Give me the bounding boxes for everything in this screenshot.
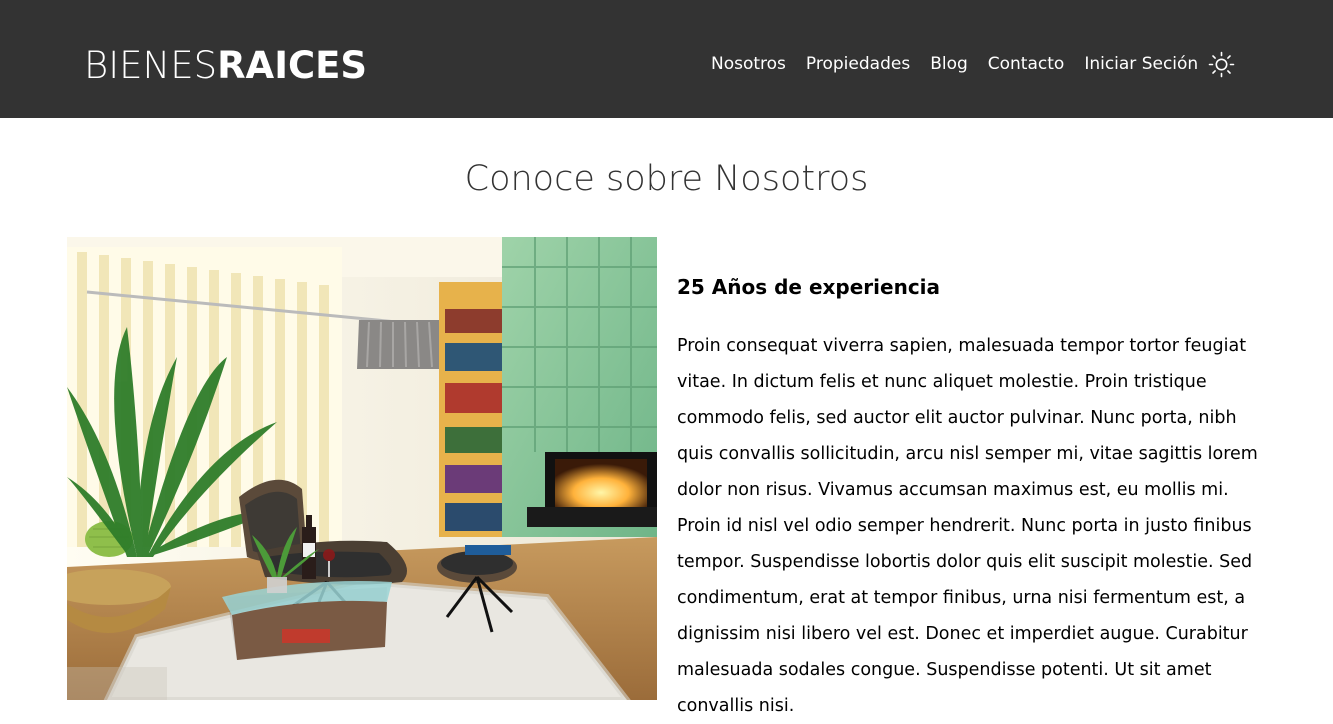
logo-text-thin: BIENES	[84, 44, 218, 87]
logo-text-bold: RAICES	[217, 44, 368, 87]
nav-link-contacto[interactable]: Contacto	[988, 52, 1065, 76]
page-title: Conoce sobre Nosotros	[464, 159, 869, 199]
site-header: BIENESRAICES Nosotros Propiedades Blog C…	[0, 0, 1333, 118]
about-heading: 25 Años de experiencia	[677, 275, 941, 299]
sun-icon	[1208, 51, 1235, 78]
about-content: 25 Años de experiencia Proin consequat v…	[677, 270, 1277, 724]
living-room-photo	[67, 237, 657, 700]
nav-link-blog[interactable]: Blog	[930, 52, 968, 76]
site-logo[interactable]: BIENESRAICES	[84, 44, 367, 88]
about-paragraph: Proin consequat viverra sapien, malesuad…	[677, 336, 1258, 716]
main-nav: Nosotros Propiedades Blog Contacto Inici…	[711, 52, 1198, 76]
about-image	[67, 237, 657, 700]
dark-mode-toggle[interactable]	[1208, 51, 1235, 78]
nav-link-propiedades[interactable]: Propiedades	[806, 52, 910, 76]
nav-link-nosotros[interactable]: Nosotros	[711, 52, 786, 76]
nav-link-iniciar-sesion[interactable]: Iniciar Seción	[1084, 52, 1198, 76]
